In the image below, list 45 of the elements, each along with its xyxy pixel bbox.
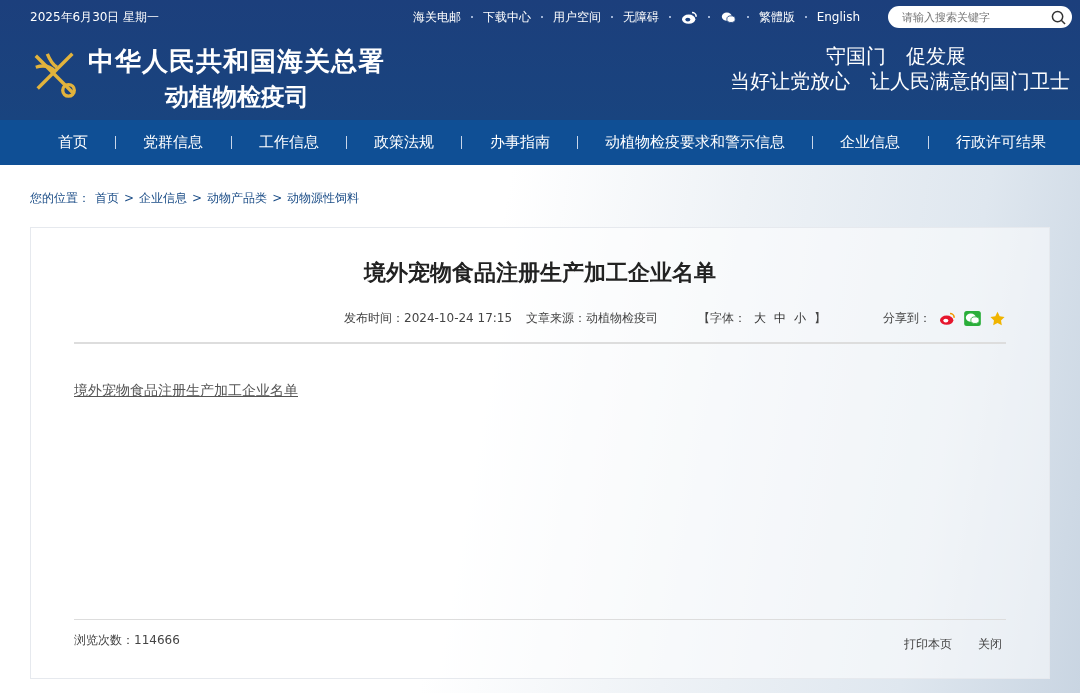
breadcrumb-separator: > bbox=[124, 190, 135, 206]
footer-link[interactable]: 打印本页 bbox=[904, 636, 952, 678]
star-icon[interactable] bbox=[989, 310, 1006, 326]
footer-link[interactable]: 关闭 bbox=[978, 636, 1002, 678]
department-title: 动植物检疫司 bbox=[164, 82, 309, 113]
top-link[interactable]: 海关电邮 bbox=[412, 8, 461, 26]
slogan-text: 当好让党放心 让人民满意的国门卫士 bbox=[730, 69, 1070, 94]
nav-item[interactable]: 企业信息 bbox=[840, 133, 901, 152]
top-link[interactable]: 无障碍 bbox=[622, 8, 659, 26]
nav-item[interactable]: 动植物检疫要求和警示信息 bbox=[605, 133, 786, 152]
breadcrumb-link[interactable]: 动物源性饲料 bbox=[287, 190, 360, 206]
breadcrumb-separator: > bbox=[192, 190, 203, 206]
nav-item[interactable]: 行政许可结果 bbox=[955, 133, 1046, 152]
date-text: 2025年6月30日 星期一 bbox=[30, 8, 160, 26]
top-link[interactable]: English bbox=[816, 10, 860, 24]
nav-item[interactable]: 首页 bbox=[58, 133, 88, 152]
view-count: 浏览次数：114666 bbox=[74, 632, 180, 649]
font-size-label: 【字体： bbox=[698, 309, 747, 327]
weibo-icon[interactable] bbox=[939, 310, 956, 326]
slogan-text: 守国门 促发展 bbox=[826, 44, 966, 69]
breadcrumb-separator: > bbox=[272, 190, 283, 206]
top-link[interactable]: 用户空间 bbox=[552, 8, 601, 26]
article-source: 文章来源：动植物检疫司 bbox=[526, 309, 659, 327]
nav-item[interactable]: 政策法规 bbox=[374, 133, 435, 152]
breadcrumb-link[interactable]: 企业信息 bbox=[139, 190, 188, 206]
font-size-link[interactable]: 大 bbox=[754, 309, 767, 327]
share-label: 分享到： bbox=[883, 309, 931, 327]
nav-item[interactable]: 党群信息 bbox=[143, 133, 204, 152]
nav-item[interactable]: 工作信息 bbox=[258, 133, 319, 152]
site-title: 中华人民共和国海关总署 bbox=[88, 45, 385, 78]
font-size-bracket: 】 bbox=[814, 309, 827, 327]
top-link[interactable]: 下载中心 bbox=[482, 8, 531, 26]
breadcrumb-label: 您的位置： bbox=[30, 190, 90, 206]
search-field[interactable]: 请输入搜索关键字 bbox=[888, 6, 1072, 28]
font-size-link[interactable]: 小 bbox=[794, 309, 807, 327]
weibo-icon[interactable] bbox=[680, 9, 698, 25]
attachment-link[interactable]: 境外宠物食品注册生产加工企业名单 bbox=[74, 382, 298, 398]
breadcrumb-link[interactable]: 首页 bbox=[95, 190, 119, 206]
top-link[interactable]: 繁體版 bbox=[758, 8, 795, 26]
breadcrumb-link[interactable]: 动物产品类 bbox=[207, 190, 268, 206]
nav-item[interactable]: 办事指南 bbox=[489, 133, 550, 152]
search-icon[interactable] bbox=[1051, 10, 1066, 25]
article-title: 境外宠物食品注册生产加工企业名单 bbox=[362, 259, 717, 287]
publish-time: 发布时间：2024-10-24 17:15 bbox=[344, 309, 513, 327]
font-size-link[interactable]: 中 bbox=[774, 309, 787, 327]
